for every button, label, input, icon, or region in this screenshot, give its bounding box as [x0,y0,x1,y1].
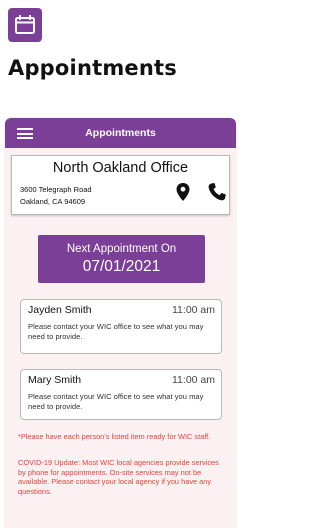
office-name: North Oakland Office [52,160,189,176]
next-appointment-date: 07/01/2021 [82,258,161,275]
appointment-name: Jayden Smith [28,304,92,316]
appointment-card[interactable]: Jayden Smith 11:00 am Please contact you… [20,299,222,354]
office-address-line2: Oakland, CA 94609 [20,197,86,206]
app-bar: Appointments [5,118,236,148]
next-appointment-banner: Next Appointment On 07/01/2021 [38,235,205,283]
calendar-icon [8,8,42,42]
hamburger-menu-icon[interactable] [17,128,33,139]
appointment-name: Mary Smith [28,374,82,386]
appointment-time: 11:00 am [172,304,215,316]
office-card: North Oakland Office 3600 Telegraph Road… [11,155,230,215]
appointment-note: Please contact your WIC office to see wh… [28,322,204,341]
next-appointment-label: Next Appointment On [66,243,177,255]
map-pin-icon[interactable] [175,182,191,202]
phone-screen: Appointments North Oakland Office 3600 T… [5,118,236,528]
appointment-note: Please contact your WIC office to see wh… [28,392,204,411]
covid-update-notice: COVID-19 Update: Most WIC local agencies… [18,458,219,496]
item-ready-notice: *Please have each person's listed item r… [18,432,211,441]
phone-icon[interactable] [207,182,227,202]
office-address-line1: 3600 Telegraph Road [20,185,92,194]
appointment-card[interactable]: Mary Smith 11:00 am Please contact your … [20,369,222,420]
appointment-time: 11:00 am [172,374,215,386]
page-title: Appointments [8,56,177,80]
app-bar-title: Appointments [85,127,156,139]
